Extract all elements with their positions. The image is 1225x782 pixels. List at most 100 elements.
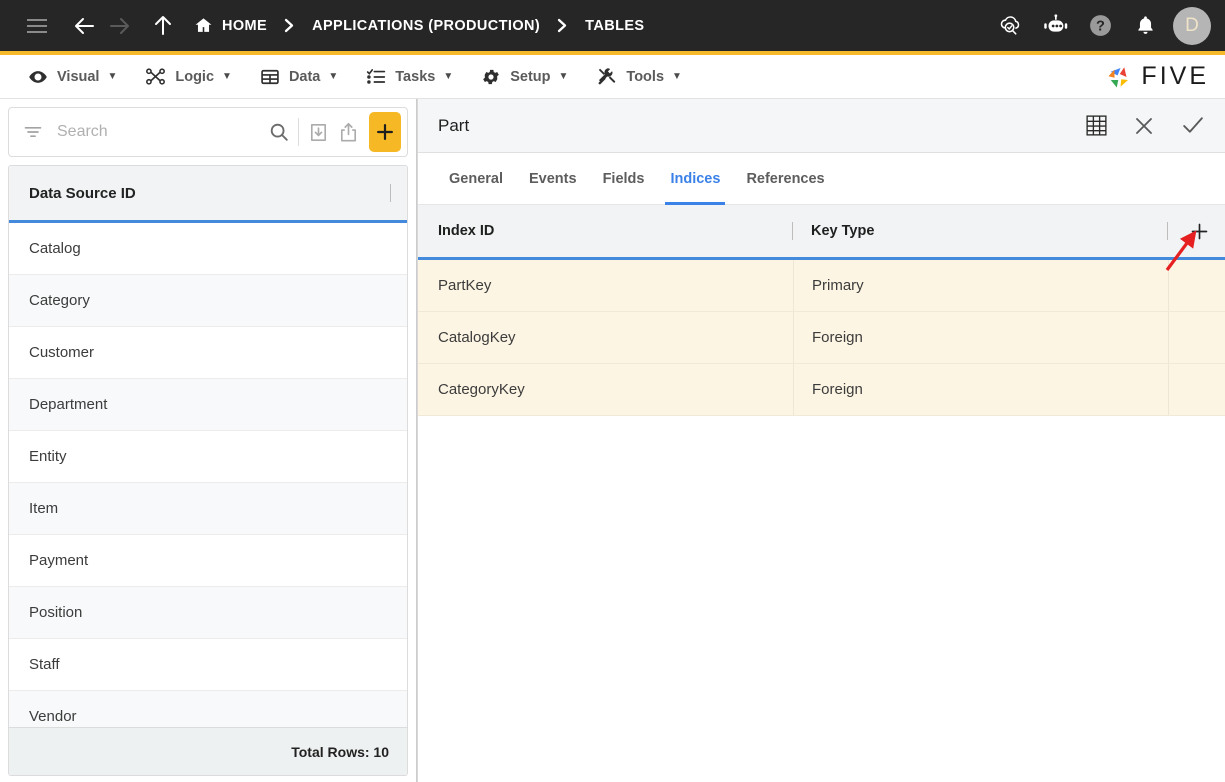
table-row[interactable]: PartKey Primary [418, 260, 1225, 312]
add-data-source-button[interactable] [369, 112, 401, 152]
indices-grid-body: PartKey Primary CatalogKey Foreign Categ… [418, 260, 1225, 782]
column-header-key-type[interactable]: Key Type [793, 205, 1168, 257]
table-row[interactable]: CategoryKey Foreign [418, 364, 1225, 416]
list-item[interactable]: Staff [9, 639, 407, 691]
tab-general[interactable]: General [436, 153, 516, 204]
menu-label-logic: Logic [175, 68, 215, 85]
list-item[interactable]: Customer [9, 327, 407, 379]
list-item[interactable]: Entity [9, 431, 407, 483]
breadcrumb-item-tables[interactable]: TABLES [585, 18, 644, 34]
topbar-actions: ? D [993, 6, 1211, 45]
list-item[interactable]: Payment [9, 535, 407, 587]
list-item-label: Vendor [29, 708, 77, 725]
breadcrumb-separator-icon [284, 18, 295, 33]
back-arrow-icon[interactable] [68, 9, 102, 43]
cell-key-type: Primary [793, 260, 1168, 311]
column-header-index-id[interactable]: Index ID [418, 205, 793, 257]
breadcrumb-label-home: HOME [222, 17, 268, 34]
app-window: HOME APPLICATIONS (PRODUCTION) TABLES ? … [0, 0, 1225, 782]
filter-icon[interactable] [23, 122, 43, 142]
chatbot-icon[interactable] [1038, 9, 1072, 43]
data-source-list[interactable]: Catalog Category Customer Department Ent… [9, 223, 407, 727]
list-item[interactable]: Category [9, 275, 407, 327]
logic-nodes-icon [145, 66, 166, 87]
column-header-actions [1168, 205, 1225, 257]
list-item[interactable]: Catalog [9, 223, 407, 275]
list-item-label: Item [29, 500, 59, 517]
grid-view-icon[interactable] [1079, 109, 1113, 143]
bell-icon[interactable] [1128, 9, 1162, 43]
tab-indices[interactable]: Indices [657, 153, 733, 205]
chevron-down-icon: ▼ [222, 71, 232, 82]
tab-label: General [449, 170, 503, 187]
data-source-column-header[interactable]: Data Source ID [9, 166, 407, 223]
tab-references[interactable]: References [733, 153, 837, 204]
cell-actions [1168, 364, 1225, 415]
tab-label: Fields [602, 170, 645, 187]
detail-pane: Part General Events Fields Indices Refer… [417, 99, 1225, 782]
breadcrumb-label-applications: APPLICATIONS (PRODUCTION) [312, 17, 541, 34]
five-logo: FIVE [1104, 62, 1209, 92]
top-navigation-bar: HOME APPLICATIONS (PRODUCTION) TABLES ? … [0, 0, 1225, 55]
list-item-label: Staff [29, 656, 60, 673]
sidebar-search-toolbar [8, 107, 408, 157]
menu-item-visual[interactable]: Visual ▼ [14, 55, 131, 98]
help-icon[interactable]: ? [1083, 9, 1117, 43]
hamburger-menu-icon[interactable] [20, 9, 54, 43]
list-item-label: Catalog [29, 240, 81, 257]
import-download-icon[interactable] [303, 113, 333, 151]
indices-grid: Index ID Key Type PartKey Primary Catalo… [418, 205, 1225, 782]
home-icon [194, 16, 213, 35]
close-icon[interactable] [1127, 109, 1161, 143]
five-wordmark: FIVE [1141, 62, 1209, 90]
tab-label: Indices [670, 170, 721, 187]
add-index-button[interactable] [1185, 216, 1215, 246]
column-resize-grip[interactable] [390, 184, 391, 202]
cell-index-id: CatalogKey [438, 329, 516, 346]
list-item-label: Position [29, 604, 83, 621]
application-menubar: Visual ▼ Logic ▼ Data ▼ Tasks ▼ Setup ▼ … [0, 55, 1225, 99]
list-item[interactable]: Position [9, 587, 407, 639]
export-share-icon[interactable] [333, 113, 363, 151]
detail-actions [1079, 109, 1209, 143]
column-header-label: Key Type [811, 223, 875, 239]
list-item[interactable]: Item [9, 483, 407, 535]
cell-actions [1168, 260, 1225, 311]
list-item-label: Entity [29, 448, 67, 465]
menu-item-logic[interactable]: Logic ▼ [131, 55, 246, 98]
menu-label-setup: Setup [510, 68, 551, 85]
chevron-down-icon: ▼ [107, 71, 118, 82]
data-source-listbox: Data Source ID Catalog Category Customer… [8, 165, 408, 776]
list-item[interactable]: Department [9, 379, 407, 431]
menu-item-setup[interactable]: Setup ▼ [467, 55, 582, 98]
page-title: Part [438, 115, 470, 135]
tab-label: Events [529, 170, 577, 187]
tab-fields[interactable]: Fields [590, 153, 658, 204]
menu-label-tasks: Tasks [395, 68, 436, 85]
chevron-down-icon: ▼ [443, 71, 454, 82]
detail-header: Part [418, 99, 1225, 153]
search-input[interactable] [57, 123, 264, 141]
data-source-sidebar: Data Source ID Catalog Category Customer… [0, 99, 417, 782]
checklist-icon [366, 67, 386, 87]
menu-item-data[interactable]: Data ▼ [246, 55, 352, 98]
breadcrumb: HOME APPLICATIONS (PRODUCTION) TABLES [194, 16, 644, 35]
breadcrumb-item-home[interactable]: HOME [194, 16, 267, 35]
search-icon[interactable] [264, 113, 294, 151]
breadcrumb-separator-icon-2 [557, 18, 568, 33]
confirm-check-icon[interactable] [1175, 109, 1209, 143]
cloud-check-icon[interactable] [993, 9, 1027, 43]
up-arrow-icon[interactable] [146, 9, 180, 43]
table-row[interactable]: CatalogKey Foreign [418, 312, 1225, 364]
avatar[interactable]: D [1173, 6, 1211, 45]
menu-item-tasks[interactable]: Tasks ▼ [352, 55, 467, 98]
breadcrumb-item-applications[interactable]: APPLICATIONS (PRODUCTION) [312, 18, 540, 34]
list-item[interactable]: Vendor [9, 691, 407, 727]
body-split: Data Source ID Catalog Category Customer… [0, 99, 1225, 782]
forward-arrow-icon[interactable] [102, 9, 136, 43]
menu-item-tools[interactable]: Tools ▼ [582, 55, 696, 98]
cell-actions [1168, 312, 1225, 363]
eye-icon [28, 67, 48, 87]
menu-label-tools: Tools [626, 68, 665, 85]
tab-events[interactable]: Events [516, 153, 590, 204]
